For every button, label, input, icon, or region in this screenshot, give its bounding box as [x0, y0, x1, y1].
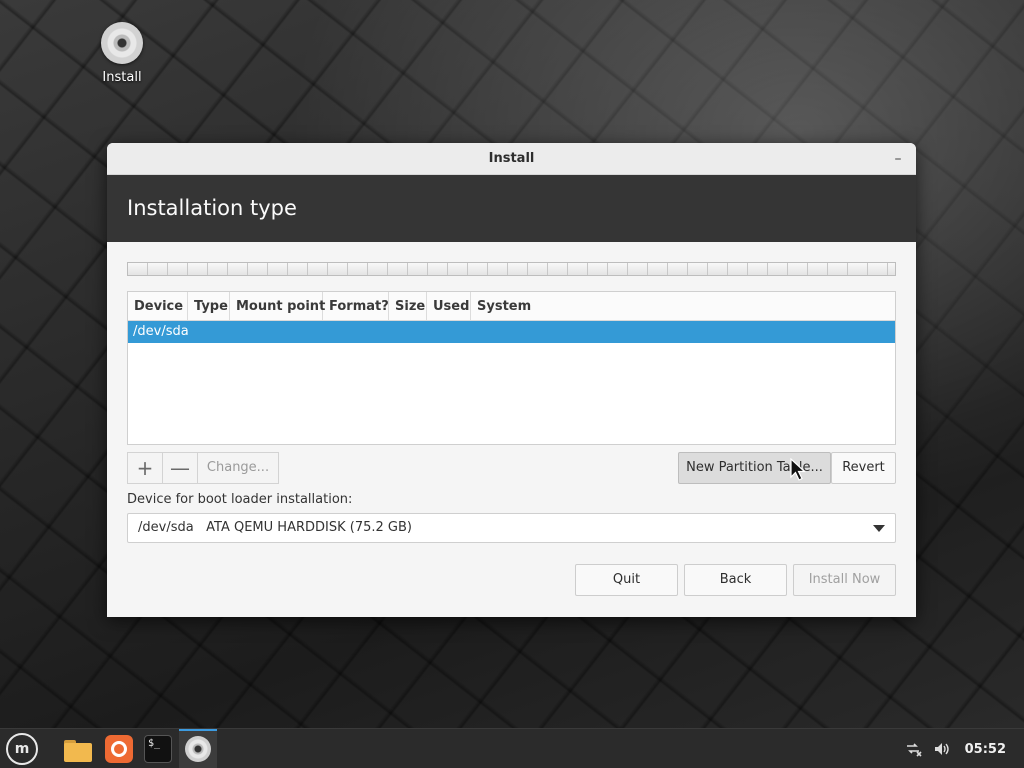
column-header-format[interactable]: Format?: [323, 292, 389, 320]
install-now-button[interactable]: Install Now: [793, 564, 896, 596]
remove-partition-button[interactable]: —: [163, 453, 198, 483]
firefox-icon[interactable]: [103, 733, 135, 765]
partition-table-header: Device Type Mount point Format? Size Use…: [128, 292, 895, 321]
minimize-button[interactable]: –: [890, 143, 906, 175]
volume-icon[interactable]: [933, 741, 951, 757]
column-header-size[interactable]: Size: [389, 292, 427, 320]
boot-device-description: ATA QEMU HARDDISK (75.2 GB): [206, 520, 412, 535]
desktop-install-shortcut[interactable]: Install: [92, 22, 152, 85]
install-taskbar-button[interactable]: [179, 729, 217, 768]
revert-button[interactable]: Revert: [831, 452, 896, 484]
desktop-icon-label: Install: [102, 70, 142, 85]
boot-loader-label: Device for boot loader installation:: [127, 492, 353, 507]
boot-device-path: /dev/sda: [138, 520, 194, 535]
column-header-used[interactable]: Used: [427, 292, 471, 320]
partition-toolbar: + — Change...: [127, 452, 279, 484]
table-row[interactable]: /dev/sda: [128, 321, 895, 343]
change-partition-button[interactable]: Change...: [198, 453, 278, 483]
new-partition-table-button[interactable]: New Partition Table...: [678, 452, 831, 484]
taskbar: m $_ 05:52: [0, 728, 1024, 768]
chevron-down-icon: [873, 525, 885, 532]
system-tray: 05:52: [905, 729, 1024, 768]
column-header-type[interactable]: Type: [188, 292, 230, 320]
boot-loader-device-select[interactable]: /dev/sda ATA QEMU HARDDISK (75.2 GB): [127, 513, 896, 543]
terminal-glyph: $_: [144, 735, 172, 763]
page-title: Installation type: [107, 175, 916, 242]
partition-table: Device Type Mount point Format? Size Use…: [127, 291, 896, 445]
folder-icon[interactable]: [62, 733, 94, 765]
clock[interactable]: 05:52: [965, 742, 1006, 757]
column-header-system[interactable]: System: [471, 292, 895, 320]
row-device-cell: /dev/sda: [133, 324, 189, 339]
terminal-icon[interactable]: $_: [142, 733, 174, 765]
mint-logo-icon[interactable]: m: [6, 733, 38, 765]
column-header-mount-point[interactable]: Mount point: [230, 292, 325, 320]
mouse-cursor-icon: [790, 458, 806, 481]
back-button[interactable]: Back: [684, 564, 787, 596]
column-header-device[interactable]: Device: [128, 292, 188, 320]
window-titlebar[interactable]: Install –: [107, 143, 916, 175]
window-title: Install: [488, 151, 535, 166]
install-disc-icon: [185, 736, 211, 762]
disk-usage-bar: [127, 262, 896, 276]
install-disc-icon: [101, 22, 143, 64]
add-partition-button[interactable]: +: [128, 453, 163, 483]
quit-button[interactable]: Quit: [575, 564, 678, 596]
network-disconnected-icon[interactable]: [905, 741, 923, 757]
installer-window: Install – Installation type Device Type …: [107, 143, 916, 617]
